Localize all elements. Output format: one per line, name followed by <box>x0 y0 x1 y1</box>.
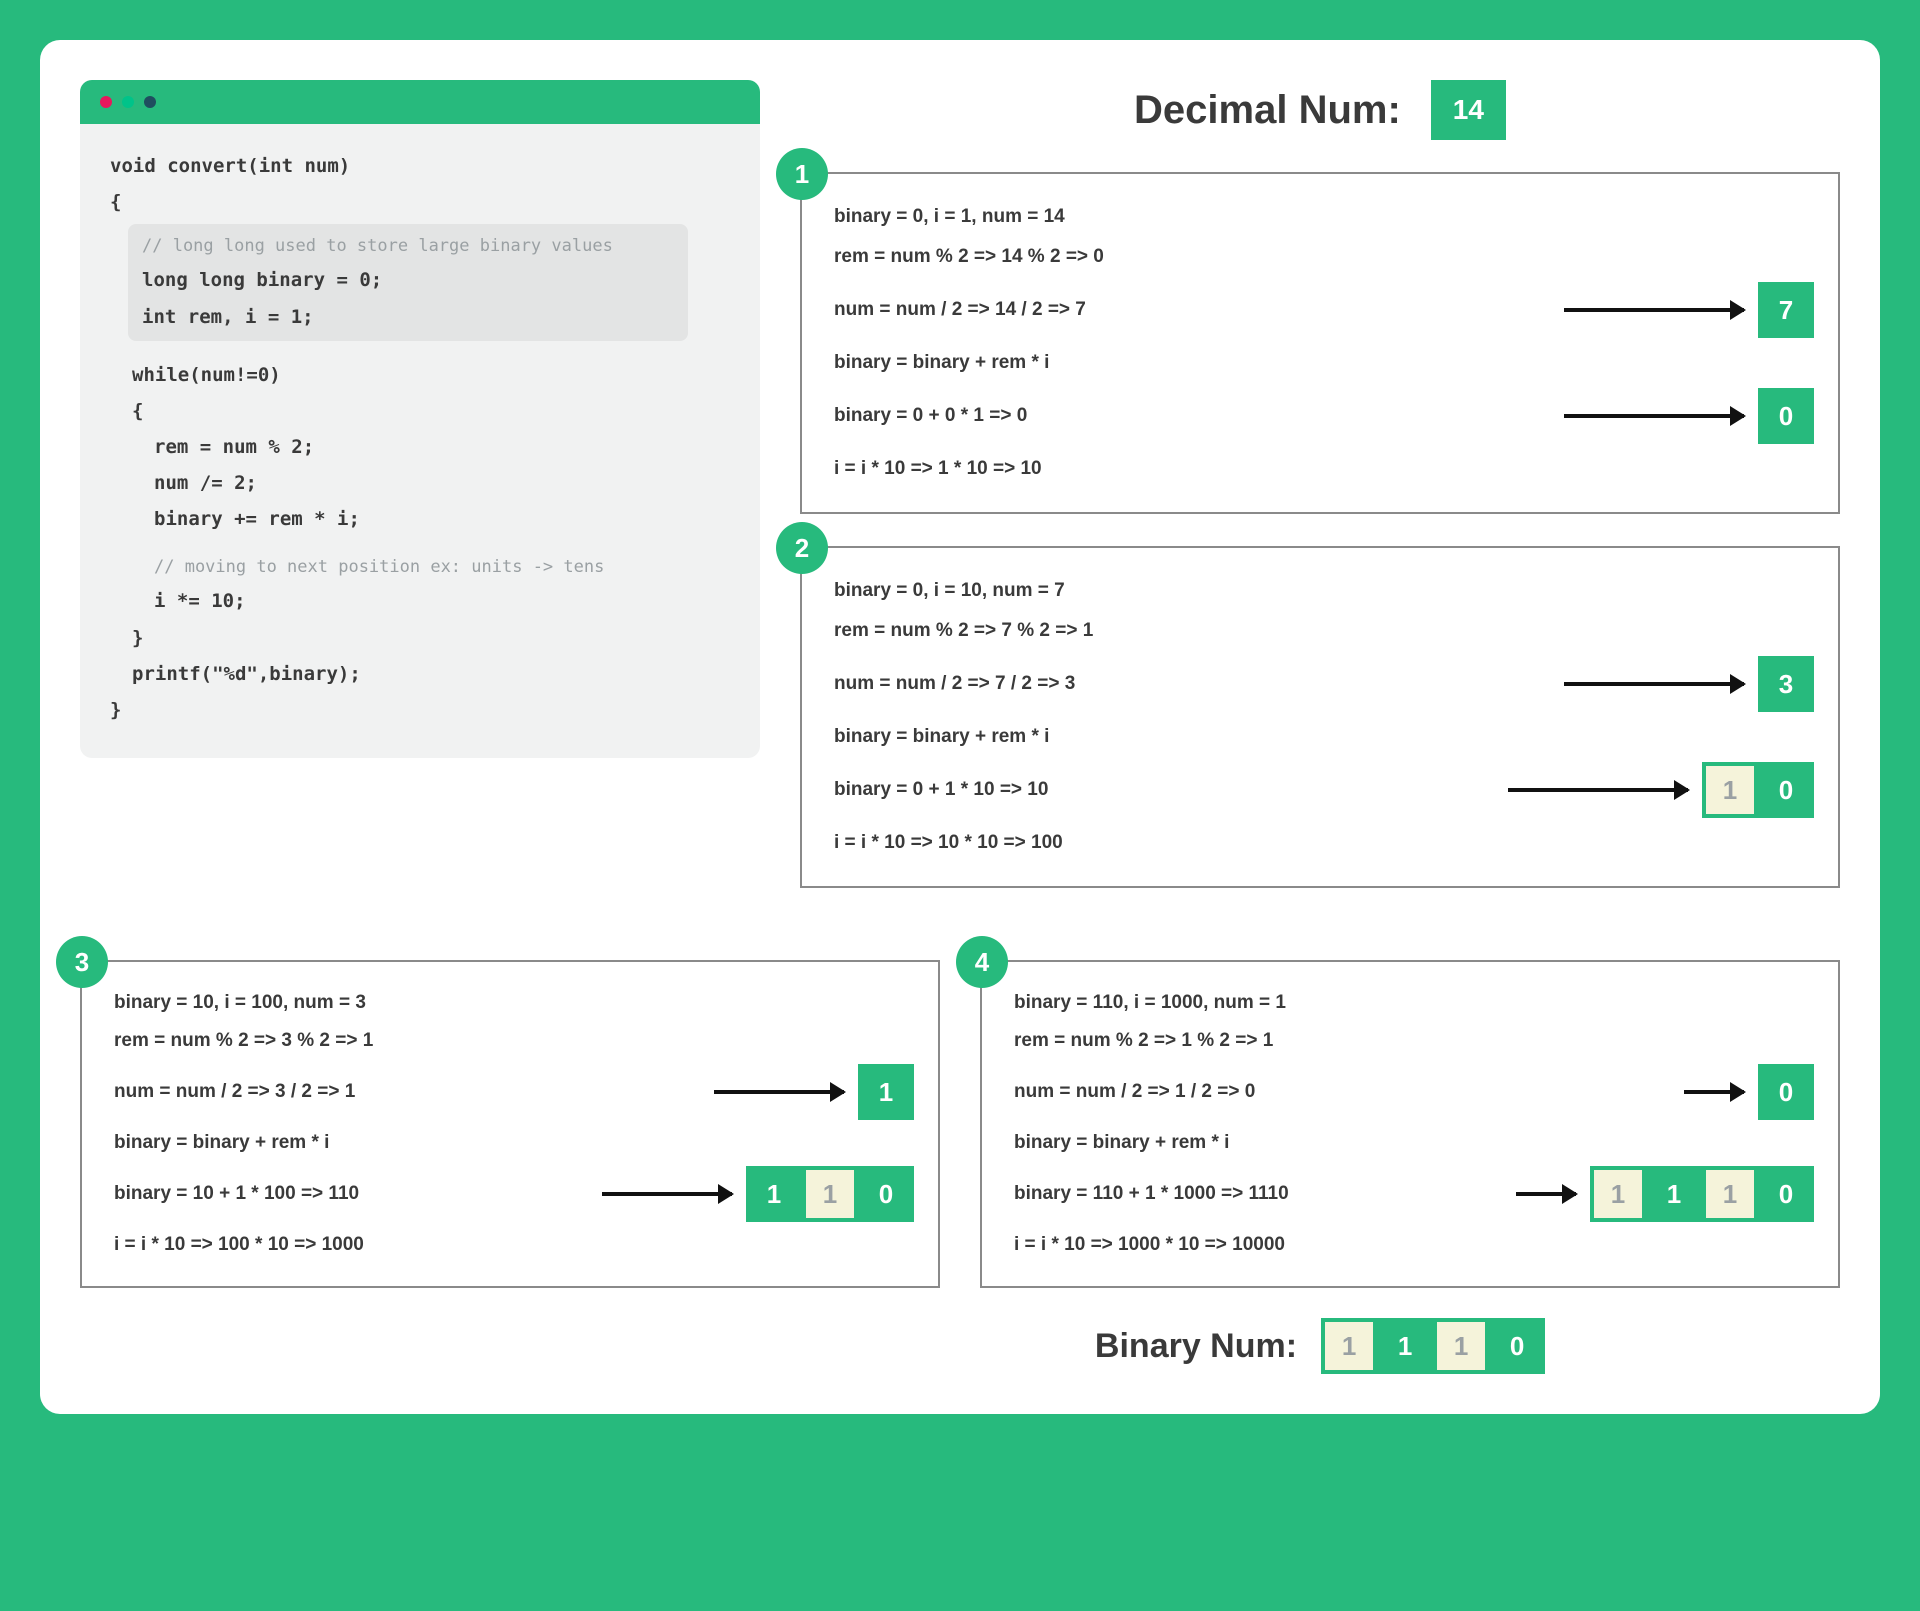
window-titlebar <box>80 80 760 124</box>
digit-cell: 0 <box>1758 762 1814 818</box>
digit-cell: 0 <box>858 1166 914 1222</box>
step-line: i = i * 10 => 1000 * 10 => 10000 <box>1014 1230 1814 1260</box>
code-line: printf("%d",binary); <box>110 656 730 692</box>
close-icon <box>100 96 112 108</box>
num-cells: 1 <box>858 1064 914 1120</box>
minimize-icon <box>122 96 134 108</box>
step-line: binary = 10, i = 100, num = 3 <box>114 988 914 1018</box>
arrow-icon <box>1684 1090 1744 1094</box>
step-panel-3: 3 binary = 10, i = 100, num = 3 rem = nu… <box>80 960 940 1288</box>
step-line: binary = binary + rem * i <box>834 722 1814 752</box>
step-line: rem = num % 2 => 3 % 2 => 1 <box>114 1026 914 1056</box>
step-panel-2: 2 binary = 0, i = 10, num = 7 rem = num … <box>800 546 1840 888</box>
step-number: 1 <box>776 148 828 200</box>
digit-cell: 1 <box>1702 1166 1758 1222</box>
digit-cell: 1 <box>1646 1166 1702 1222</box>
code-line: i *= 10; <box>110 583 730 619</box>
diagram-canvas: void convert(int num) { // long long use… <box>40 40 1880 1414</box>
code-line: } <box>110 620 730 656</box>
arrow-icon <box>1564 308 1744 312</box>
code-body: void convert(int num) { // long long use… <box>80 124 760 758</box>
binary-cells: 1110 <box>1321 1318 1545 1374</box>
step-line: binary = binary + rem * i <box>114 1128 914 1158</box>
arrow-icon <box>1508 788 1688 792</box>
binary-cells: 110 <box>746 1166 914 1222</box>
binary-cells: 10 <box>1702 762 1814 818</box>
digit-cell: 1 <box>1433 1318 1489 1374</box>
code-comment: // moving to next position ex: units -> … <box>110 551 730 583</box>
digit-cell: 1 <box>802 1166 858 1222</box>
step-line: binary = 0 + 0 * 1 => 0 0 <box>834 388 1814 444</box>
code-line: num /= 2; <box>110 465 730 501</box>
digit-cell: 1 <box>1321 1318 1377 1374</box>
step-panel-4: 4 binary = 110, i = 1000, num = 1 rem = … <box>980 960 1840 1288</box>
digit-cell: 0 <box>1758 1064 1814 1120</box>
decimal-label: Decimal Num: <box>1134 88 1401 133</box>
code-line: binary += rem * i; <box>110 501 730 537</box>
step-line: binary = binary + rem * i <box>834 348 1814 378</box>
step-line: num = num / 2 => 3 / 2 => 1 1 <box>114 1064 914 1120</box>
step-line: binary = 0, i = 10, num = 7 <box>834 576 1814 606</box>
code-line: int rem, i = 1; <box>142 299 674 335</box>
step-line: binary = 110 + 1 * 1000 => 1110 1110 <box>1014 1166 1814 1222</box>
right-column: Decimal Num: 14 1 binary = 0, i = 1, num… <box>800 80 1840 888</box>
step-line: i = i * 10 => 100 * 10 => 1000 <box>114 1230 914 1260</box>
code-line: { <box>110 393 730 429</box>
digit-cell: 3 <box>1758 656 1814 712</box>
step-line: binary = 0, i = 1, num = 14 <box>834 202 1814 232</box>
step-line: binary = 110, i = 1000, num = 1 <box>1014 988 1814 1018</box>
step-panel-1: 1 binary = 0, i = 1, num = 14 rem = num … <box>800 172 1840 514</box>
code-line: } <box>110 692 730 728</box>
code-block: // long long used to store large binary … <box>128 224 688 340</box>
step-number: 3 <box>56 936 108 988</box>
step-line: i = i * 10 => 1 * 10 => 10 <box>834 454 1814 484</box>
num-cells: 0 <box>1758 1064 1814 1120</box>
binary-cells: 0 <box>1758 388 1814 444</box>
step-line: num = num / 2 => 1 / 2 => 0 0 <box>1014 1064 1814 1120</box>
step-line: rem = num % 2 => 14 % 2 => 0 <box>834 242 1814 272</box>
step-line: num = num / 2 => 7 / 2 => 3 3 <box>834 656 1814 712</box>
binary-label: Binary Num: <box>1095 1327 1297 1366</box>
digit-cell: 1 <box>1590 1166 1646 1222</box>
num-cells: 3 <box>1758 656 1814 712</box>
arrow-icon <box>714 1090 844 1094</box>
maximize-icon <box>144 96 156 108</box>
step-line: i = i * 10 => 10 * 10 => 100 <box>834 828 1814 858</box>
bottom-row: 3 binary = 10, i = 100, num = 3 rem = nu… <box>80 928 1840 1288</box>
step-line: rem = num % 2 => 1 % 2 => 1 <box>1014 1026 1814 1056</box>
code-line: rem = num % 2; <box>110 429 730 465</box>
digit-cell: 0 <box>1758 1166 1814 1222</box>
step-line: binary = 10 + 1 * 100 => 110 110 <box>114 1166 914 1222</box>
step-number: 4 <box>956 936 1008 988</box>
code-line: while(num!=0) <box>110 357 730 393</box>
arrow-icon <box>1564 414 1744 418</box>
step-number: 2 <box>776 522 828 574</box>
binary-result: Binary Num: 1110 <box>80 1318 1840 1374</box>
step-line: binary = binary + rem * i <box>1014 1128 1814 1158</box>
binary-cells: 1110 <box>1590 1166 1814 1222</box>
num-cells: 7 <box>1758 282 1814 338</box>
digit-cell: 1 <box>858 1064 914 1120</box>
step-line: num = num / 2 => 14 / 2 => 7 7 <box>834 282 1814 338</box>
code-line: { <box>110 184 730 220</box>
digit-cell: 0 <box>1758 388 1814 444</box>
step-line: rem = num % 2 => 7 % 2 => 1 <box>834 616 1814 646</box>
top-row: void convert(int num) { // long long use… <box>80 80 1840 888</box>
code-line: long long binary = 0; <box>142 262 674 298</box>
arrow-icon <box>602 1192 732 1196</box>
decimal-header: Decimal Num: 14 <box>800 80 1840 140</box>
arrow-icon <box>1564 682 1744 686</box>
step-line: binary = 0 + 1 * 10 => 10 10 <box>834 762 1814 818</box>
digit-cell: 1 <box>1702 762 1758 818</box>
code-line: void convert(int num) <box>110 148 730 184</box>
digit-cell: 0 <box>1489 1318 1545 1374</box>
digit-cell: 1 <box>1377 1318 1433 1374</box>
digit-cell: 7 <box>1758 282 1814 338</box>
digit-cell: 1 <box>746 1166 802 1222</box>
code-window: void convert(int num) { // long long use… <box>80 80 760 758</box>
arrow-icon <box>1516 1192 1576 1196</box>
decimal-value: 14 <box>1431 80 1506 140</box>
code-comment: // long long used to store large binary … <box>142 230 674 262</box>
